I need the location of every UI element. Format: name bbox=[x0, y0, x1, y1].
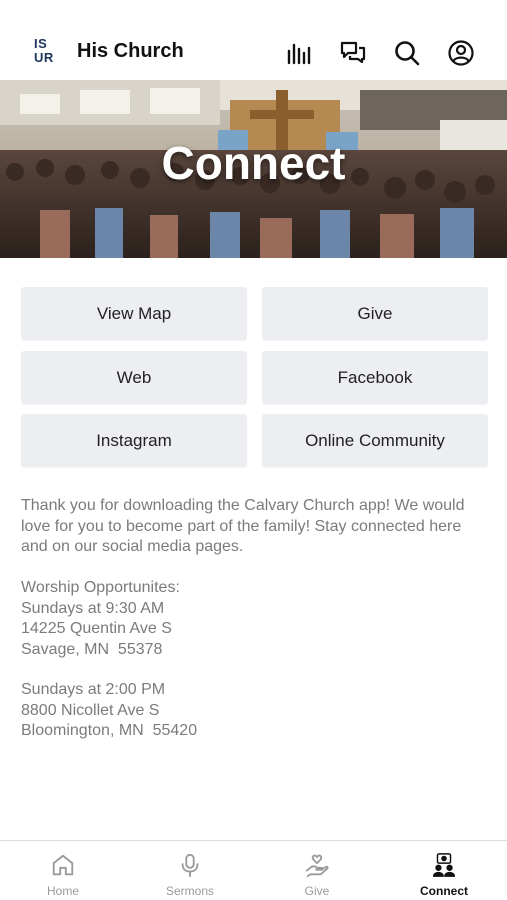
tab-connect[interactable]: Connect bbox=[381, 841, 507, 900]
search-icon[interactable] bbox=[392, 38, 422, 68]
account-icon[interactable] bbox=[446, 38, 476, 68]
church-logo[interactable]: IS UR bbox=[30, 34, 64, 68]
app-header: IS UR His Church bbox=[0, 0, 507, 80]
connect-people-icon bbox=[430, 851, 458, 879]
worship-city-2: Bloomington, MN 55420 bbox=[21, 722, 198, 739]
home-icon bbox=[49, 851, 77, 879]
worship-address-1: 14225 Quentin Ave S bbox=[21, 620, 172, 637]
connect-banner: Connect bbox=[0, 80, 507, 258]
tab-connect-label: Connect bbox=[420, 884, 468, 898]
tab-home-label: Home bbox=[46, 884, 79, 898]
app-title: His Church bbox=[77, 40, 184, 62]
activity-bars-icon[interactable] bbox=[284, 38, 314, 68]
microphone-icon bbox=[176, 851, 204, 879]
tab-give-label: Give bbox=[304, 884, 330, 898]
logo-text-top: IS bbox=[34, 36, 48, 51]
worship-opportunities: Worship Opportunites: Sundays at 9:30 AM… bbox=[21, 578, 491, 660]
welcome-text: Thank you for downloading the Calvary Ch… bbox=[21, 497, 465, 555]
worship-address-2: 8800 Nicollet Ave S bbox=[21, 701, 160, 719]
chat-icon[interactable] bbox=[338, 38, 368, 68]
worship-city-1: Savage, MN 55378 bbox=[21, 640, 163, 658]
worship-heading: Worship Opportunites: bbox=[21, 579, 180, 596]
give-hand-icon bbox=[303, 851, 331, 879]
logo-text-bottom: UR bbox=[34, 50, 54, 65]
give-button[interactable]: Give bbox=[262, 287, 488, 340]
tab-give[interactable]: Give bbox=[254, 841, 380, 900]
instagram-button[interactable]: Instagram bbox=[21, 414, 247, 467]
tab-sermons-label: Sermons bbox=[165, 884, 215, 898]
bottom-tab-bar: Home Sermons Give Connect bbox=[0, 840, 507, 900]
online-community-button[interactable]: Online Community bbox=[262, 414, 488, 467]
web-button[interactable]: Web bbox=[21, 351, 247, 404]
worship-time-1: Sundays at 9:30 AM bbox=[21, 599, 165, 617]
view-map-button[interactable]: View Map bbox=[21, 287, 247, 340]
worship-time-2: Sundays at 2:00 PM bbox=[21, 681, 166, 698]
banner-title: Connect bbox=[161, 137, 346, 189]
worship-location-2: Sundays at 2:00 PM 8800 Nicollet Ave S B… bbox=[21, 680, 491, 742]
tab-sermons[interactable]: Sermons bbox=[127, 841, 253, 900]
tab-home[interactable]: Home bbox=[0, 841, 126, 900]
facebook-button[interactable]: Facebook bbox=[262, 351, 488, 404]
